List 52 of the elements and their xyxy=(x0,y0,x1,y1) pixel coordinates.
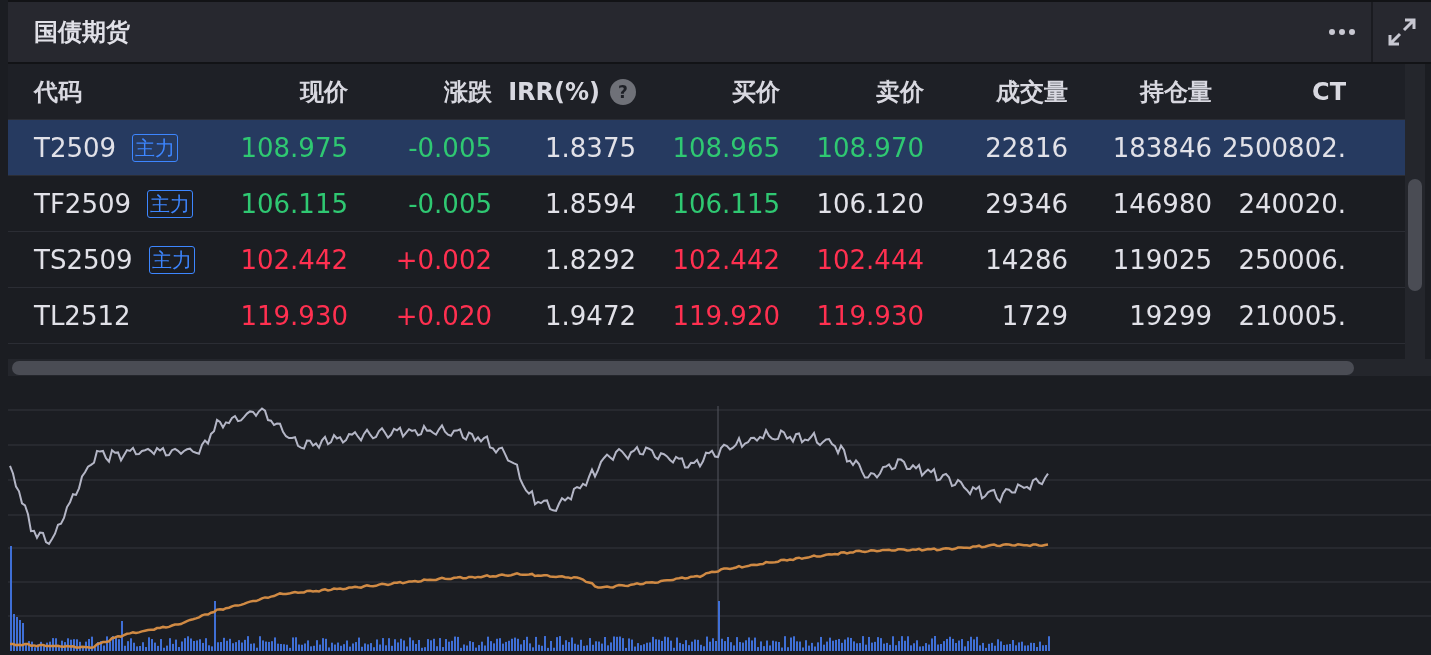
column-header[interactable]: 持仓量 xyxy=(1140,75,1212,108)
table-cell: 22816 xyxy=(985,132,1068,163)
vertical-scrollbar[interactable] xyxy=(1405,64,1425,359)
table-cell: 210005. xyxy=(1238,300,1346,331)
column-header[interactable]: 涨跌 xyxy=(444,75,492,108)
table-cell: 1729 xyxy=(1001,300,1068,331)
table-cell: 108.975 xyxy=(240,132,348,163)
horizontal-scrollbar[interactable] xyxy=(8,359,1431,376)
table-cell: 2500802. xyxy=(1221,132,1346,163)
table-cell: +0.020 xyxy=(395,300,492,331)
column-header[interactable]: CT xyxy=(1312,77,1346,106)
table-cell: 106.120 xyxy=(816,188,924,219)
table-cell: 146980 xyxy=(1112,188,1212,219)
table-cell: 119.930 xyxy=(816,300,924,331)
table-cell: 108.965 xyxy=(672,132,780,163)
table-cell: 106.115 xyxy=(240,188,348,219)
table-cell: 119.920 xyxy=(672,300,780,331)
table-cell: 29346 xyxy=(985,188,1068,219)
table-cell: 1.8375 xyxy=(545,132,636,163)
column-header[interactable]: 成交量 xyxy=(996,75,1068,108)
table-cell: 108.970 xyxy=(816,132,924,163)
table-cell: -0.005 xyxy=(408,132,492,163)
column-header[interactable]: 现价 xyxy=(300,75,348,108)
panel-title: 国债期货 xyxy=(33,17,131,48)
table-cell: 102.442 xyxy=(240,244,348,275)
table-cell: 183846 xyxy=(1112,132,1212,163)
table-cell: 240020. xyxy=(1238,188,1346,219)
table-cell: 102.444 xyxy=(816,244,924,275)
contract-code: TL2512 xyxy=(34,300,131,331)
main-contract-tag: 主力 xyxy=(147,189,193,218)
column-header[interactable]: 代码 xyxy=(34,75,82,108)
main-contract-tag: 主力 xyxy=(132,133,179,162)
table-cell: 1.8292 xyxy=(545,244,636,275)
table-cell: 14286 xyxy=(985,244,1068,275)
contract-code: TF2509 xyxy=(34,188,131,219)
table-row[interactable]: T2509 主力 108.975 -0.005 1.8375 108.965 108.970 22816 183846 2500802. xyxy=(8,120,1405,176)
table-cell: 250006. xyxy=(1238,244,1346,275)
table-cell: -0.005 xyxy=(408,188,492,219)
table-cell: +0.002 xyxy=(395,244,492,275)
main-contract-tag: 主力 xyxy=(148,245,195,274)
table-cell: 106.115 xyxy=(672,188,780,219)
table-cell: 119025 xyxy=(1112,244,1212,275)
table-cell: 119.930 xyxy=(240,300,348,331)
contract-code: TS2509 xyxy=(34,244,133,275)
table-cell: 1.9472 xyxy=(545,300,636,331)
table-cell: 102.442 xyxy=(672,244,780,275)
table-cell: 1.8594 xyxy=(545,188,636,219)
contract-code: T2509 xyxy=(34,132,117,163)
table-cell: 19299 xyxy=(1129,300,1212,331)
column-header[interactable]: 买价 xyxy=(732,75,780,108)
column-header[interactable]: 卖价 xyxy=(876,75,924,108)
column-header[interactable]: IRR(%) xyxy=(508,77,600,106)
